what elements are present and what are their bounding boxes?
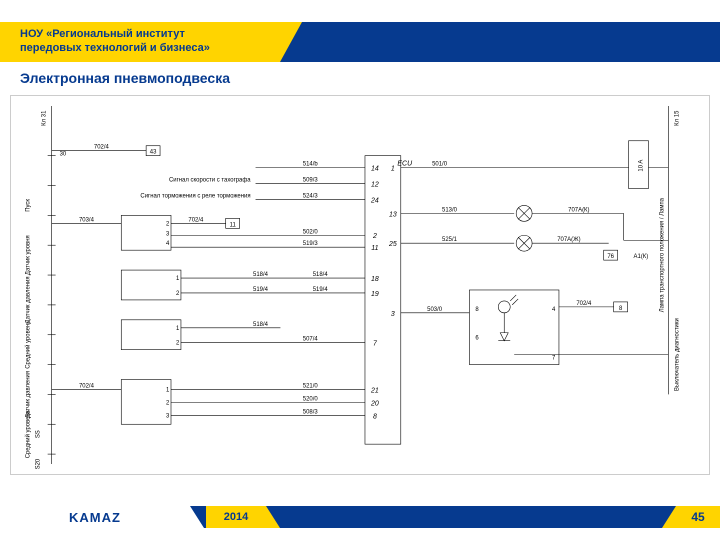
- svg-text:19: 19: [371, 291, 379, 298]
- svg-text:11: 11: [230, 222, 237, 228]
- svg-text:Средний уровень: Средний уровень: [25, 410, 32, 458]
- svg-text:11: 11: [371, 245, 378, 252]
- footer-page: 45: [691, 510, 704, 524]
- svg-text:20: 20: [370, 400, 379, 407]
- svg-text:702/4: 702/4: [94, 145, 110, 151]
- svg-text:502/0: 502/0: [303, 229, 319, 235]
- footer-logo-angle: [190, 506, 204, 528]
- svg-text:Выключатель диагностики: Выключатель диагностики: [674, 318, 680, 391]
- svg-text:703/4: 703/4: [79, 217, 95, 223]
- wiring-diagram: Кл 31 Кл 15 Пуск Датчик уровня Датчик да…: [10, 95, 710, 475]
- svg-text:519/4: 519/4: [253, 287, 269, 293]
- svg-text:Средний уровень: Средний уровень: [25, 321, 32, 369]
- slide-title: Электронная пневмоподвеска: [20, 70, 230, 86]
- footer-year-angle: [266, 506, 280, 528]
- svg-text:509/3: 509/3: [303, 178, 319, 184]
- svg-text:A1(К): A1(К): [634, 254, 649, 260]
- diagnostic-switch: [469, 290, 559, 365]
- svg-text:21: 21: [370, 387, 379, 394]
- svg-text:12: 12: [371, 182, 379, 189]
- ecu-label: ECU: [397, 161, 413, 168]
- svg-text:Датчик уровня: Датчик уровня: [26, 235, 32, 275]
- svg-text:Датчик давления: Датчик давления: [26, 276, 32, 323]
- header-line1: НОУ «Региональный институт: [20, 27, 260, 41]
- svg-text:SS: SS: [36, 430, 42, 438]
- footer-year: 2014: [224, 511, 248, 523]
- svg-text:3: 3: [391, 311, 395, 318]
- svg-text:518/4: 518/4: [253, 322, 269, 328]
- svg-text:8: 8: [373, 413, 377, 420]
- svg-text:702/4: 702/4: [576, 301, 592, 307]
- svg-text:43: 43: [150, 150, 157, 156]
- svg-text:508/3: 508/3: [303, 409, 319, 415]
- svg-text:702/4: 702/4: [79, 383, 95, 389]
- svg-text:25: 25: [388, 241, 397, 248]
- svg-text:507/4: 507/4: [303, 337, 319, 343]
- left-side-labels: Пуск Датчик уровня Датчик давления Средн…: [25, 199, 42, 470]
- svg-text:707A(К): 707A(К): [568, 207, 589, 213]
- svg-text:18: 18: [371, 276, 379, 283]
- footer-logo: KAMAZ: [69, 510, 121, 525]
- svg-text:13: 13: [389, 211, 397, 218]
- svg-text:520/0: 520/0: [303, 396, 319, 402]
- svg-text:513/0: 513/0: [442, 207, 458, 213]
- svg-text:518/4: 518/4: [253, 272, 269, 278]
- svg-text:503/0: 503/0: [427, 307, 443, 313]
- svg-text:501/0: 501/0: [432, 162, 448, 168]
- header-angle: [280, 22, 302, 62]
- svg-text:10 A: 10 A: [639, 160, 645, 172]
- svg-text:702/4: 702/4: [188, 217, 204, 223]
- svg-text:524/3: 524/3: [303, 193, 319, 199]
- svg-text:S20: S20: [36, 458, 42, 469]
- header-institution: НОУ «Региональный институт передовых тех…: [0, 22, 280, 62]
- svg-text:2: 2: [372, 233, 377, 240]
- footer-page-angle: [662, 506, 676, 528]
- svg-text:Лампа транспортного положения: Лампа транспортного положения / Лампа: [659, 197, 665, 312]
- svg-text:514/b: 514/b: [303, 162, 319, 168]
- svg-text:1: 1: [391, 166, 395, 173]
- footer-page-block: 45: [676, 506, 720, 528]
- rail-top-label: Кл 31: [42, 110, 48, 126]
- svg-text:24: 24: [370, 197, 379, 204]
- svg-text:521/0: 521/0: [303, 383, 319, 389]
- rail-right-label: Кл 15: [674, 110, 680, 126]
- svg-text:Сигнал скорости с тахографа: Сигнал скорости с тахографа: [169, 178, 251, 184]
- svg-text:30: 30: [60, 152, 67, 158]
- svg-text:Сигнал торможения с реле тормо: Сигнал торможения с реле торможения: [140, 193, 250, 199]
- svg-text:525/1: 525/1: [442, 237, 458, 243]
- footer-logo-block: KAMAZ: [0, 506, 190, 528]
- svg-text:519/3: 519/3: [303, 241, 319, 247]
- footer-year-block: 2014: [206, 506, 266, 528]
- svg-text:519/4: 519/4: [313, 287, 329, 293]
- header-line2: передовых технологий и бизнеса»: [20, 41, 260, 55]
- svg-text:Пуск: Пуск: [26, 199, 32, 212]
- svg-text:14: 14: [371, 166, 379, 173]
- svg-text:76: 76: [607, 254, 614, 260]
- svg-text:518/4: 518/4: [313, 272, 329, 278]
- svg-text:707A(Ж): 707A(Ж): [557, 237, 580, 243]
